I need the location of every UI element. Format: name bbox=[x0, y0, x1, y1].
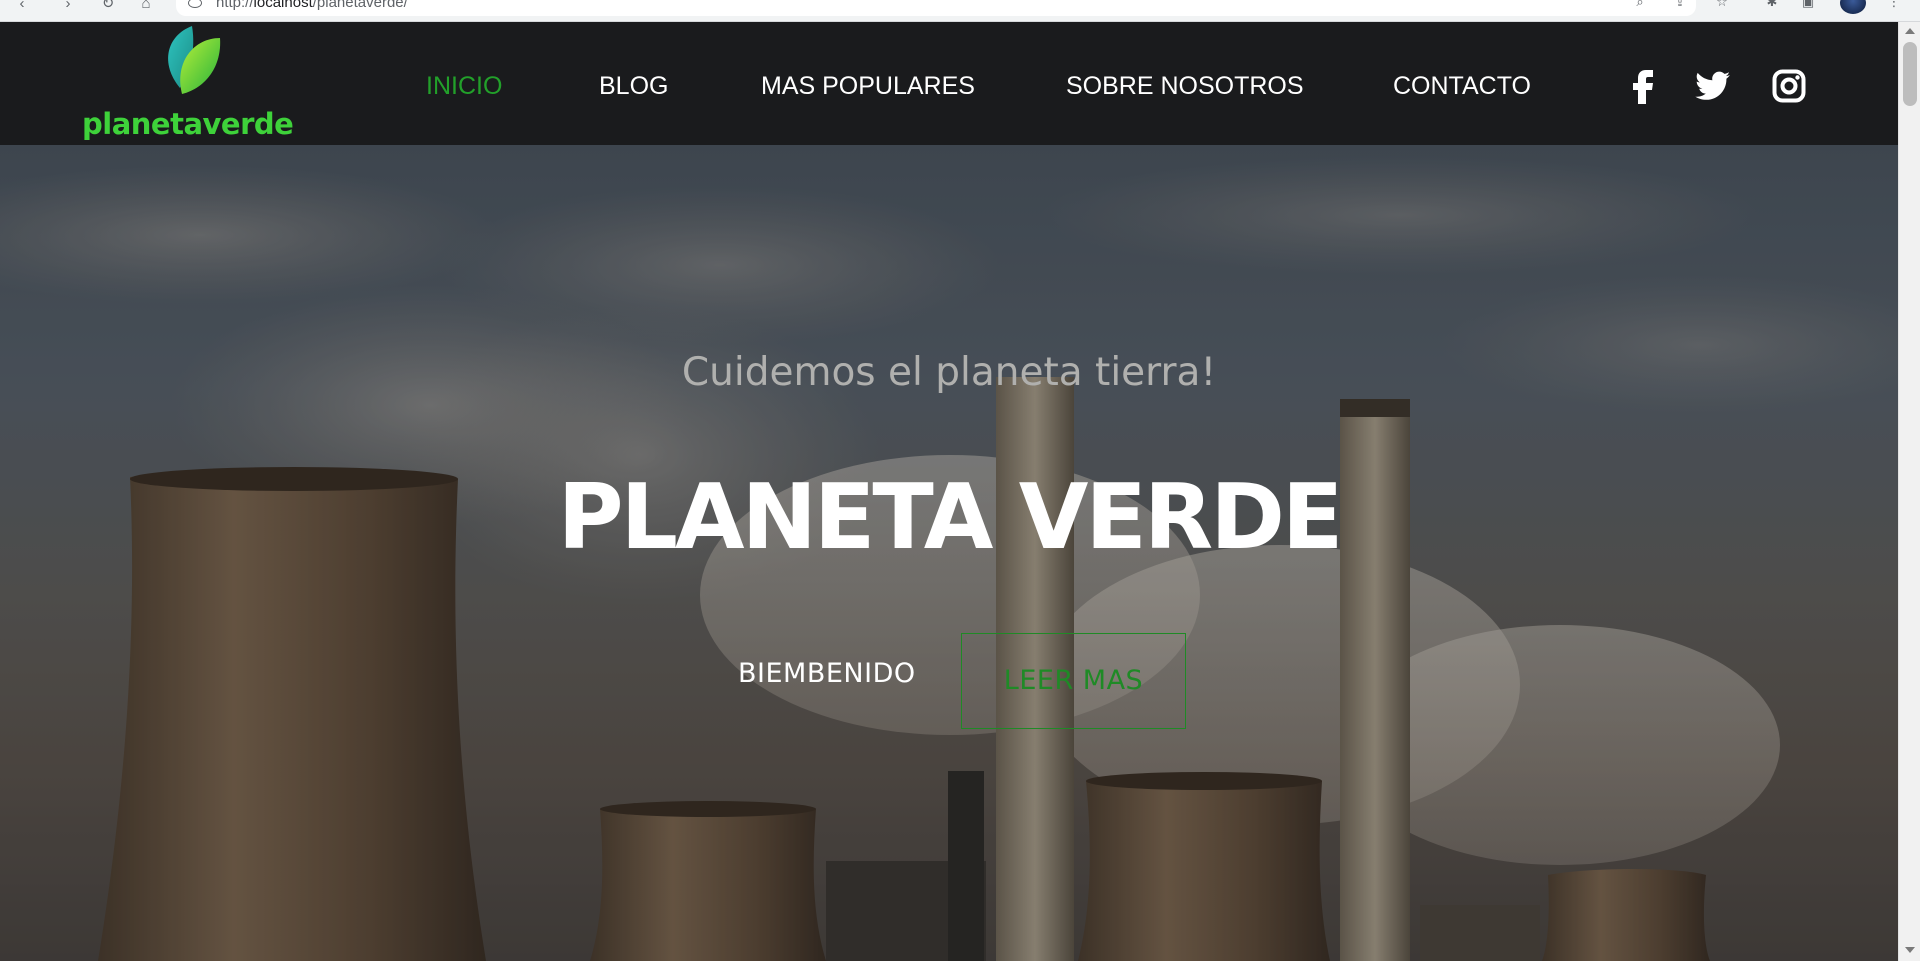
scroll-up-icon[interactable] bbox=[1905, 28, 1915, 34]
site-info-icon[interactable] bbox=[188, 0, 202, 8]
instagram-icon[interactable] bbox=[1772, 68, 1806, 104]
bookmark-star-icon[interactable]: ☆ bbox=[1714, 0, 1730, 8]
nav-mas-populares[interactable]: MAS POPULARES bbox=[761, 72, 975, 102]
scroll-thumb[interactable] bbox=[1903, 42, 1917, 106]
extensions-icon[interactable]: ✱ bbox=[1764, 0, 1780, 8]
hero-subtitle: Cuidemos el planeta tierra! bbox=[681, 350, 1217, 395]
url-text: http://localhost/planetaverde/ bbox=[216, 0, 408, 11]
scroll-down-icon[interactable] bbox=[1905, 947, 1915, 953]
menu-kebab-icon[interactable]: ⋮ bbox=[1886, 0, 1902, 8]
twitter-icon[interactable] bbox=[1694, 68, 1732, 104]
hero-banner: Cuidemos el planeta tierra! PLANETA VERD… bbox=[0, 145, 1898, 961]
address-bar[interactable]: http://localhost/planetaverde/ ⌕ ⇪ bbox=[176, 0, 1696, 16]
zoom-icon[interactable]: ⌕ bbox=[1632, 0, 1648, 8]
profile-avatar[interactable] bbox=[1840, 0, 1866, 14]
side-panel-icon[interactable]: ▣ bbox=[1800, 0, 1816, 8]
share-icon[interactable]: ⇪ bbox=[1672, 0, 1688, 8]
site-header: planetaverde INICIO BLOG MAS POPULARES S… bbox=[0, 22, 1898, 145]
browser-toolbar: ‹ › ↻ ⌂ http://localhost/planetaverde/ ⌕… bbox=[0, 0, 1920, 22]
nav-blog[interactable]: BLOG bbox=[599, 72, 668, 102]
read-more-button[interactable]: LEER MAS bbox=[961, 633, 1186, 729]
forward-icon[interactable]: › bbox=[58, 0, 78, 14]
nav-contacto[interactable]: CONTACTO bbox=[1393, 72, 1531, 102]
nav-sobre-nosotros[interactable]: SOBRE NOSOTROS bbox=[1066, 72, 1304, 102]
facebook-icon[interactable] bbox=[1628, 68, 1658, 104]
welcome-link[interactable]: BIEMBENIDO bbox=[738, 658, 916, 689]
home-icon[interactable]: ⌂ bbox=[136, 0, 156, 14]
nav-inicio[interactable]: INICIO bbox=[426, 72, 502, 102]
page-scrollbar[interactable] bbox=[1898, 22, 1920, 961]
leaf-icon bbox=[168, 26, 221, 94]
reload-icon[interactable]: ↻ bbox=[98, 0, 118, 14]
brand-name: planetaverde bbox=[82, 107, 294, 141]
hero-title: PLANETA VERDE bbox=[557, 465, 1344, 570]
back-icon[interactable]: ‹ bbox=[12, 0, 32, 14]
logo[interactable]: planetaverde bbox=[82, 24, 298, 146]
